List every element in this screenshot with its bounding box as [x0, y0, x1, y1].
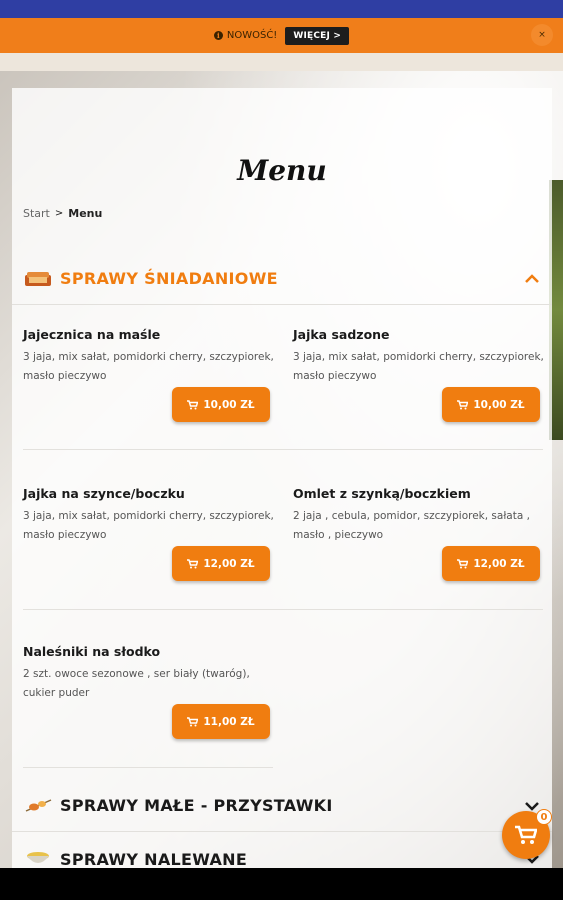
item-price: 10,00 ZŁ — [473, 398, 525, 411]
close-promo-button[interactable]: × — [531, 24, 553, 46]
add-to-cart-button[interactable]: 10,00 ZŁ — [172, 387, 270, 422]
section-header-appetizers[interactable]: SPRAWY MAŁE - PRZYSTAWKI — [12, 780, 552, 832]
skewer-icon — [25, 798, 52, 812]
item-name: Jajka sadzone — [293, 327, 390, 342]
section-title: SPRAWY MAŁE - PRZYSTAWKI — [60, 796, 333, 815]
menu-item: Jajecznica na maśle 3 jaja, mix sałat, p… — [23, 327, 283, 467]
item-description: 3 jaja, mix sałat, pomidorki cherry, szc… — [23, 351, 274, 382]
promo-text: NOWOŚĆ! — [226, 30, 278, 41]
more-button[interactable]: WIĘCEJ > — [285, 26, 350, 45]
item-description: 2 szt. owoce sezonowe , ser biały (twaró… — [23, 668, 250, 699]
section-header-breakfast[interactable]: SPRAWY ŚNIADANIOWE — [12, 253, 552, 305]
item-description: 3 jaja, mix sałat, pomidorki cherry, szc… — [23, 510, 274, 541]
breadcrumb-start-link[interactable]: Start — [23, 207, 50, 220]
promo-banner: i NOWOŚĆ! WIĘCEJ > × — [0, 18, 563, 53]
add-to-cart-button[interactable]: 12,00 ZŁ — [442, 546, 540, 581]
item-name: Jajecznica na maśle — [23, 327, 161, 342]
system-nav-bar — [0, 868, 563, 900]
menu-card: Menu Start > Menu SPRAWY ŚNIADANIOWE Jaj… — [12, 88, 552, 878]
cart-button[interactable]: 0 — [502, 809, 552, 859]
cart-icon — [187, 399, 199, 409]
item-name: Omlet z szynką/boczkiem — [293, 486, 471, 501]
item-price: 11,00 ZŁ — [203, 715, 255, 728]
promo-message: i NOWOŚĆ! — [213, 30, 278, 41]
cart-icon — [187, 558, 199, 568]
chevron-up-icon[interactable] — [524, 273, 540, 285]
cart-count-badge: 0 — [536, 809, 552, 825]
row-divider — [23, 449, 543, 450]
row-divider — [23, 767, 273, 768]
menu-item: Naleśniki na słodko 2 szt. owoce sezonow… — [23, 644, 283, 784]
toast-icon — [25, 271, 51, 286]
page-title: Menu — [237, 154, 327, 187]
item-name: Naleśniki na słodko — [23, 644, 161, 659]
item-description: 3 jaja, mix sałat, pomidorki cherry, szc… — [293, 351, 544, 382]
cart-icon — [515, 825, 537, 844]
row-divider — [23, 609, 543, 610]
item-price: 12,00 ZŁ — [473, 557, 525, 570]
item-price: 10,00 ZŁ — [203, 398, 255, 411]
add-to-cart-button[interactable]: 11,00 ZŁ — [172, 704, 270, 739]
section-title: SPRAWY ŚNIADANIOWE — [60, 269, 278, 288]
add-to-cart-button[interactable]: 12,00 ZŁ — [172, 546, 270, 581]
item-name: Jajka na szynce/boczku — [23, 486, 185, 501]
menu-item: Jajka sadzone 3 jaja, mix sałat, pomidor… — [293, 327, 553, 467]
cart-icon — [457, 399, 469, 409]
breadcrumb: Start > Menu — [23, 207, 102, 220]
chevron-down-icon[interactable] — [524, 800, 540, 812]
item-price: 12,00 ZŁ — [203, 557, 255, 570]
soup-bowl-icon — [27, 852, 49, 863]
section-title: SPRAWY NALEWANE — [60, 849, 248, 869]
breadcrumb-current: Menu — [68, 207, 103, 220]
cart-icon — [187, 716, 199, 726]
background-strip — [0, 53, 563, 71]
menu-item: Jajka na szynce/boczku 3 jaja, mix sałat… — [23, 486, 283, 626]
cart-icon — [457, 558, 469, 568]
add-to-cart-button[interactable]: 10,00 ZŁ — [442, 387, 540, 422]
menu-item: Omlet z szynką/boczkiem 2 jaja , cebula,… — [293, 486, 553, 626]
info-icon: i — [213, 31, 223, 40]
item-description: 2 jaja , cebula, pomidor, szczypiorek, s… — [293, 510, 530, 541]
breadcrumb-separator: > — [54, 208, 64, 219]
status-bar — [0, 0, 563, 18]
